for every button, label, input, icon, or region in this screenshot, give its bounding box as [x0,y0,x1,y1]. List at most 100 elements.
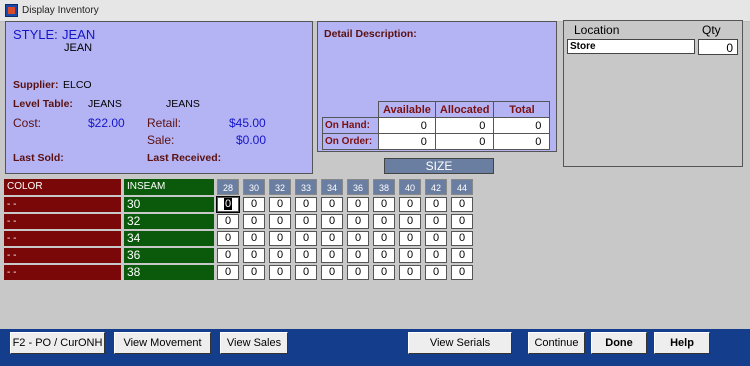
style-panel: STYLE: JEAN JEAN Supplier: ELCO Level Ta… [5,21,313,174]
qty-cell[interactable]: 0 [243,197,265,212]
inseam-cell[interactable]: 30 [124,197,214,212]
qty-cell[interactable]: 0 [295,231,317,246]
qty-cell[interactable]: 0 [347,265,369,280]
style-value[interactable]: JEAN [62,27,95,42]
on-hand-allocated: 0 [434,117,495,134]
help-button[interactable]: Help [654,332,710,354]
window-title: Display Inventory [22,5,99,16]
qty-cell[interactable]: 0 [425,231,447,246]
qty-cell[interactable]: 0 [217,214,239,229]
qty-cell[interactable]: 0 [321,231,343,246]
size-header-32: 32 [269,179,291,195]
qty-cell[interactable]: 0 [451,231,473,246]
qty-cell[interactable]: 0 [243,214,265,229]
total-header: Total [493,101,551,118]
store-location-row[interactable]: Store [567,39,695,54]
qty-cell[interactable]: 0 [347,214,369,229]
color-cell[interactable]: - - [4,231,121,246]
on-hand-row: On Hand: 0 0 0 [322,117,551,134]
qty-cell[interactable]: 0 [373,265,395,280]
qty-cell[interactable]: 0 [347,231,369,246]
po-curonh-button[interactable]: F2 - PO / CurONH [10,332,105,354]
on-order-row: On Order: 0 0 0 [322,133,551,150]
qty-cell[interactable]: 0 [295,248,317,263]
qty-cell[interactable]: 0 [347,197,369,212]
qty-cell[interactable]: 0 [217,265,239,280]
qty-cell[interactable]: 0 [451,248,473,263]
qty-cell[interactable]: 0 [321,214,343,229]
qty-cell[interactable]: 0 [321,197,343,212]
qty-cell[interactable]: 0 [243,265,265,280]
qty-cell[interactable]: 0 [347,248,369,263]
qty-cell[interactable]: 0 [269,265,291,280]
qty-cell[interactable]: 0 [399,248,421,263]
view-sales-button[interactable]: View Sales [220,332,288,354]
size-header-28: 28 [217,179,239,195]
size-header-34: 34 [321,179,343,195]
inseam-cell[interactable]: 32 [124,214,214,229]
qty-cell[interactable]: 0 [217,231,239,246]
color-cell[interactable]: - - [4,197,121,212]
qty-cell[interactable]: 0 [269,214,291,229]
location-header: Location [574,23,620,37]
qty-cell[interactable]: 0 [269,231,291,246]
sale-label: Sale: [147,133,175,147]
available-header: Available [378,101,436,118]
qty-cell[interactable]: 0 [269,197,291,212]
qty-cell[interactable]: 0 [217,248,239,263]
last-received-label: Last Received: [147,152,222,164]
done-button[interactable]: Done [591,332,647,354]
color-cell[interactable]: - - [4,248,121,263]
qty-cell[interactable]: 0 [295,265,317,280]
last-sold-label: Last Sold: [13,152,64,164]
qty-cell[interactable]: 0 [295,214,317,229]
app-icon [5,4,18,17]
on-hand-total: 0 [493,117,551,134]
stock-summary-table: Available Allocated Total On Hand: 0 0 0… [322,101,551,150]
location-panel: Location Qty Store 0 [563,20,743,167]
qty-cell[interactable]: 0 [269,248,291,263]
qty-cell[interactable]: 0 [451,197,473,212]
qty-cell[interactable]: 0 [425,248,447,263]
qty-cell[interactable]: 0 [373,248,395,263]
qty-cell[interactable]: 0 [321,265,343,280]
qty-cell[interactable]: 0 [451,265,473,280]
size-header-30: 30 [243,179,265,195]
on-order-label: On Order: [322,133,379,150]
inseam-cell[interactable]: 34 [124,231,214,246]
qty-cell[interactable]: 0 [399,214,421,229]
qty-cell[interactable]: 0 [243,248,265,263]
on-order-available: 0 [378,133,436,150]
qty-cell[interactable]: 0 [321,248,343,263]
cost-value: $22.00 [88,116,125,130]
size-header-33: 33 [295,179,317,195]
qty-cell[interactable]: 0 [373,214,395,229]
level-value-2: JEANS [166,98,200,110]
supplier-label: Supplier: [13,79,59,91]
qty-cell[interactable]: 0 [399,265,421,280]
qty-cell[interactable]: 0 [216,196,240,213]
view-serials-button[interactable]: View Serials [408,332,512,354]
store-qty[interactable]: 0 [698,39,738,55]
inseam-cell[interactable]: 38 [124,265,214,280]
color-cell[interactable]: - - [4,214,121,229]
qty-cell[interactable]: 0 [425,265,447,280]
size-label: SIZE [384,158,494,174]
qty-cell[interactable]: 0 [451,214,473,229]
qty-cell[interactable]: 0 [425,214,447,229]
size-header-40: 40 [399,179,421,195]
qty-cell[interactable]: 0 [399,197,421,212]
inseam-cell[interactable]: 36 [124,248,214,263]
qty-cell[interactable]: 0 [373,197,395,212]
view-movement-button[interactable]: View Movement [114,332,211,354]
continue-button[interactable]: Continue [528,332,585,354]
qty-cell[interactable]: 0 [399,231,421,246]
sale-value: $0.00 [236,133,267,147]
color-cell[interactable]: - - [4,265,121,280]
qty-cell[interactable]: 0 [425,197,447,212]
qty-cell[interactable]: 0 [295,197,317,212]
cost-label: Cost: [13,116,42,130]
size-header-42: 42 [425,179,447,195]
qty-cell[interactable]: 0 [373,231,395,246]
qty-cell[interactable]: 0 [243,231,265,246]
